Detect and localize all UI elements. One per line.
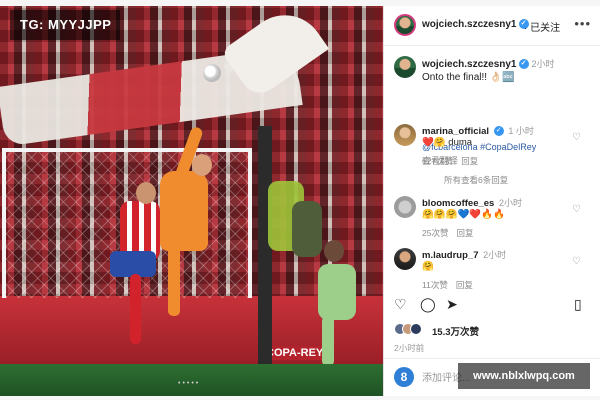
site-watermark: www.nblxlwpq.com [458, 363, 590, 389]
reply-button[interactable]: 回复 [456, 280, 473, 290]
bookmark-icon[interactable]: ▯ [574, 296, 582, 313]
comment-likes[interactable]: 25次赞 [422, 228, 448, 238]
goalkeeper-head [192, 154, 212, 176]
comment-avatar[interactable] [394, 124, 416, 146]
comment-meta: 627次赞 回复 [422, 155, 486, 167]
comment-meta: 25次赞 回复 [422, 227, 481, 239]
comment-text: 🤗 [422, 261, 434, 272]
more-options-icon[interactable]: ••• [574, 16, 591, 31]
comment-username[interactable]: m.laudrup_7 [422, 250, 479, 261]
author-avatar[interactable] [394, 14, 416, 36]
comment-username[interactable]: bloomcoffee_es [422, 198, 494, 209]
caption-avatar[interactable] [394, 56, 416, 78]
verified-icon: ✓ [493, 126, 504, 137]
verified-icon: ✓ [518, 59, 529, 70]
striker-shorts [110, 251, 156, 277]
post-header: wojciech.szczesny1 ✓ · 已关注 ••• [384, 6, 600, 46]
comment-likes[interactable]: 11次赞 [422, 280, 448, 290]
follow-status[interactable]: · 已关注 [524, 19, 560, 34]
comment-text: ❤️🤗 duma [422, 137, 473, 148]
comment-header: m.laudrup_7 2小时 [422, 248, 506, 261]
caption-text: Onto the final!! 👌🏻🔤 [422, 72, 515, 83]
comment-username[interactable]: marina_official [422, 126, 489, 137]
comment-heart-icon[interactable]: ♡ [572, 204, 581, 215]
post-side-panel: wojciech.szczesny1 ✓ · 已关注 ••• wojciech.s… [383, 6, 600, 396]
view-all-replies[interactable]: 所有查看6条回复 [444, 174, 508, 186]
caption-username: wojciech.szczesny1 ✓ 2小时 [422, 57, 555, 70]
comment-time: 1 小时 [508, 126, 534, 136]
post-timestamp: 2小时前 [394, 343, 425, 353]
defender-body [318, 264, 356, 320]
caption-time: 2小时 [531, 59, 555, 69]
reply-button[interactable]: 回复 [461, 156, 478, 166]
defender-head [324, 240, 344, 262]
comment-time: 2小时 [483, 250, 507, 260]
football [203, 64, 221, 82]
heart-icon[interactable]: ♡ [394, 296, 407, 313]
screenshot-frame: COPA-REY ••••• TG: MYYJJPP wojciech.szcz… [0, 0, 600, 400]
caption-text-body: Onto the final!! [422, 72, 488, 83]
header-username-text[interactable]: wojciech.szczesny1 [422, 19, 517, 30]
liker-avatar [410, 323, 422, 335]
comment-icon[interactable]: ◯ [420, 296, 436, 313]
comment-heart-icon[interactable]: ♡ [572, 256, 581, 267]
comment-avatar[interactable] [394, 248, 416, 270]
comment-header: bloomcoffee_es 2小时 [422, 196, 522, 209]
send-icon[interactable]: ➤ [446, 296, 458, 313]
comment-meta: 11次赞 回复 [422, 279, 481, 291]
striker-head [136, 182, 156, 204]
emoji-icon[interactable]: 8 [394, 367, 414, 387]
comment-avatar[interactable] [394, 196, 416, 218]
header-username[interactable]: wojciech.szczesny1 ✓ [422, 19, 529, 30]
post-photo[interactable]: COPA-REY ••••• [0, 6, 383, 396]
comment-likes[interactable]: 627次赞 [422, 156, 453, 166]
goalkeeper-leg [168, 246, 180, 316]
likes-row: 15.3万次赞 [394, 322, 594, 338]
steward-figure-2 [292, 201, 322, 257]
goalkeeper-body [160, 171, 208, 251]
comment-time: 2小时 [498, 198, 522, 208]
tg-overlay-label: TG: MYYJJPP [10, 10, 120, 40]
striker-leg [130, 274, 141, 344]
carousel-dots[interactable]: ••••• [178, 380, 200, 387]
post-actions: ♡ ◯ ➤ ▯ [384, 296, 600, 318]
caption-emoji: 👌🏻🔤 [489, 72, 515, 83]
likes-count[interactable]: 15.3万次赞 [432, 324, 479, 338]
reply-button[interactable]: 回复 [456, 228, 473, 238]
caption-username-text[interactable]: wojciech.szczesny1 [422, 59, 517, 70]
defender-leg [322, 316, 334, 366]
comment-header: marina_official ✓ 1 小时 [422, 124, 534, 137]
comment-text: 🤗🤗🤗💙❤️🔥🔥 [422, 209, 505, 220]
comment-heart-icon[interactable]: ♡ [572, 132, 581, 143]
